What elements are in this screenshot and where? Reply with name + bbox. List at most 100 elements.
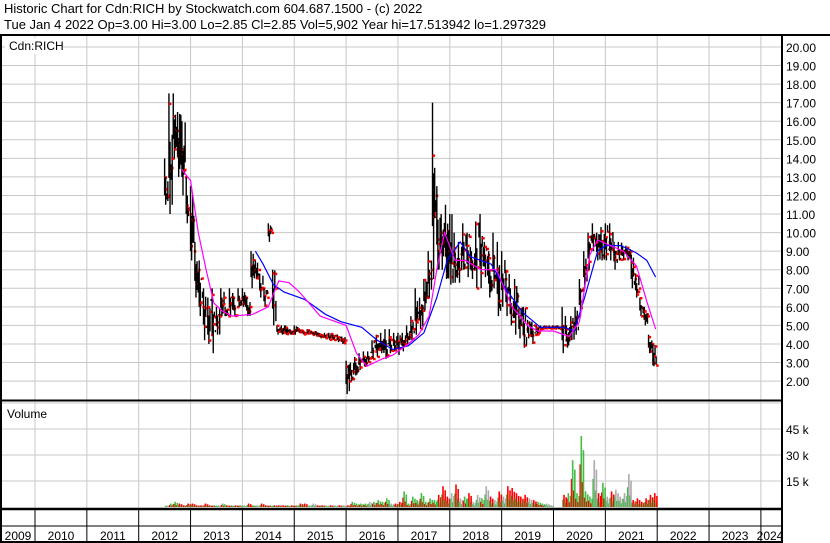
close-marker xyxy=(639,297,643,300)
year-tick-label: 2023 xyxy=(722,529,749,543)
close-marker xyxy=(601,229,604,233)
close-marker xyxy=(345,339,348,342)
close-marker xyxy=(609,232,613,236)
year-tick-label: 2024 xyxy=(757,529,784,543)
background xyxy=(0,0,830,543)
price-tick-label: 2.00 xyxy=(786,375,810,389)
close-marker xyxy=(428,260,431,263)
price-tick-label: 20.00 xyxy=(786,41,816,55)
close-marker xyxy=(352,377,356,381)
close-marker xyxy=(507,303,510,307)
close-marker xyxy=(174,148,177,151)
close-marker xyxy=(368,360,372,364)
year-tick-label: 2013 xyxy=(203,529,230,543)
price-tick-label: 4.00 xyxy=(786,338,810,352)
close-marker xyxy=(638,287,642,290)
quote-summary: Tue Jan 4 2022 Op=3.00 Hi=3.00 Lo=2.85 C… xyxy=(4,17,546,32)
close-marker xyxy=(655,345,658,348)
close-marker xyxy=(589,260,592,264)
close-marker xyxy=(635,274,639,278)
year-tick-label: 2014 xyxy=(255,529,282,543)
close-marker xyxy=(207,306,211,309)
price-tick-label: 7.00 xyxy=(786,282,810,296)
year-tick-label: 2009 xyxy=(5,529,32,543)
year-tick-label: 2017 xyxy=(411,529,438,543)
close-marker xyxy=(640,315,644,318)
price-tick-label: 13.00 xyxy=(786,171,816,185)
close-marker xyxy=(423,278,427,282)
close-marker xyxy=(227,308,230,311)
close-marker xyxy=(606,252,609,256)
close-marker xyxy=(276,324,280,328)
price-tick-label: 9.00 xyxy=(786,245,810,259)
year-tick-label: 2011 xyxy=(100,529,126,543)
close-marker xyxy=(525,307,528,310)
close-marker xyxy=(432,154,436,157)
close-marker xyxy=(265,304,268,308)
close-marker xyxy=(343,342,347,345)
year-tick-label: 2019 xyxy=(514,529,541,543)
year-tick-label: 2016 xyxy=(359,529,386,543)
close-marker xyxy=(377,355,380,359)
close-marker xyxy=(360,366,363,369)
volume-tick-label: 45 k xyxy=(786,423,810,437)
volume-bar xyxy=(552,505,555,507)
close-marker xyxy=(410,319,414,323)
close-marker xyxy=(201,277,204,280)
price-tick-label: 11.00 xyxy=(786,208,815,222)
close-marker xyxy=(633,265,636,269)
close-marker xyxy=(376,335,379,338)
price-tick-label: 15.00 xyxy=(786,134,816,148)
close-marker xyxy=(505,270,509,273)
close-marker xyxy=(270,228,273,232)
price-tick-label: 19.00 xyxy=(786,60,816,74)
close-marker xyxy=(267,296,270,300)
close-marker xyxy=(462,233,466,236)
close-marker xyxy=(588,235,591,239)
price-tick-label: 3.00 xyxy=(786,357,810,371)
close-marker xyxy=(482,237,485,240)
close-marker xyxy=(475,222,479,226)
close-marker xyxy=(538,331,541,334)
close-marker xyxy=(488,257,492,260)
price-tick-label: 17.00 xyxy=(786,97,816,111)
close-marker xyxy=(467,244,470,248)
price-tick-label: 10.00 xyxy=(786,227,816,241)
close-marker xyxy=(532,341,536,344)
close-marker xyxy=(200,301,203,304)
close-marker xyxy=(168,102,172,106)
close-marker xyxy=(647,315,650,318)
close-marker xyxy=(486,247,490,251)
close-marker xyxy=(354,358,358,361)
close-marker xyxy=(469,235,472,239)
price-tick-label: 18.00 xyxy=(786,78,816,92)
close-marker xyxy=(648,335,652,339)
close-marker xyxy=(389,336,392,339)
close-marker xyxy=(334,338,337,342)
close-marker xyxy=(481,271,484,275)
year-tick-label: 2022 xyxy=(670,529,697,543)
close-marker xyxy=(271,231,275,235)
close-marker xyxy=(224,296,227,300)
close-marker xyxy=(464,266,468,269)
close-marker xyxy=(274,272,278,276)
year-tick-label: 2018 xyxy=(462,529,489,543)
close-marker xyxy=(656,364,659,367)
chart-title: Historic Chart for Cdn:RICH by Stockwatc… xyxy=(4,1,422,16)
close-marker xyxy=(476,287,480,290)
close-marker xyxy=(620,258,623,261)
close-marker xyxy=(329,338,333,342)
volume-tick-label: 30 k xyxy=(786,449,810,463)
year-tick-label: 2020 xyxy=(566,529,593,543)
price-tick-label: 5.00 xyxy=(786,319,810,333)
year-tick-label: 2012 xyxy=(151,529,178,543)
volume-bar xyxy=(656,495,658,507)
close-marker xyxy=(636,293,640,296)
year-tick-label: 2021 xyxy=(618,529,645,543)
close-marker xyxy=(499,299,502,303)
close-marker xyxy=(249,305,253,309)
close-marker xyxy=(208,339,212,342)
close-marker xyxy=(258,268,262,272)
close-marker xyxy=(184,168,187,172)
price-tick-label: 16.00 xyxy=(786,115,816,129)
